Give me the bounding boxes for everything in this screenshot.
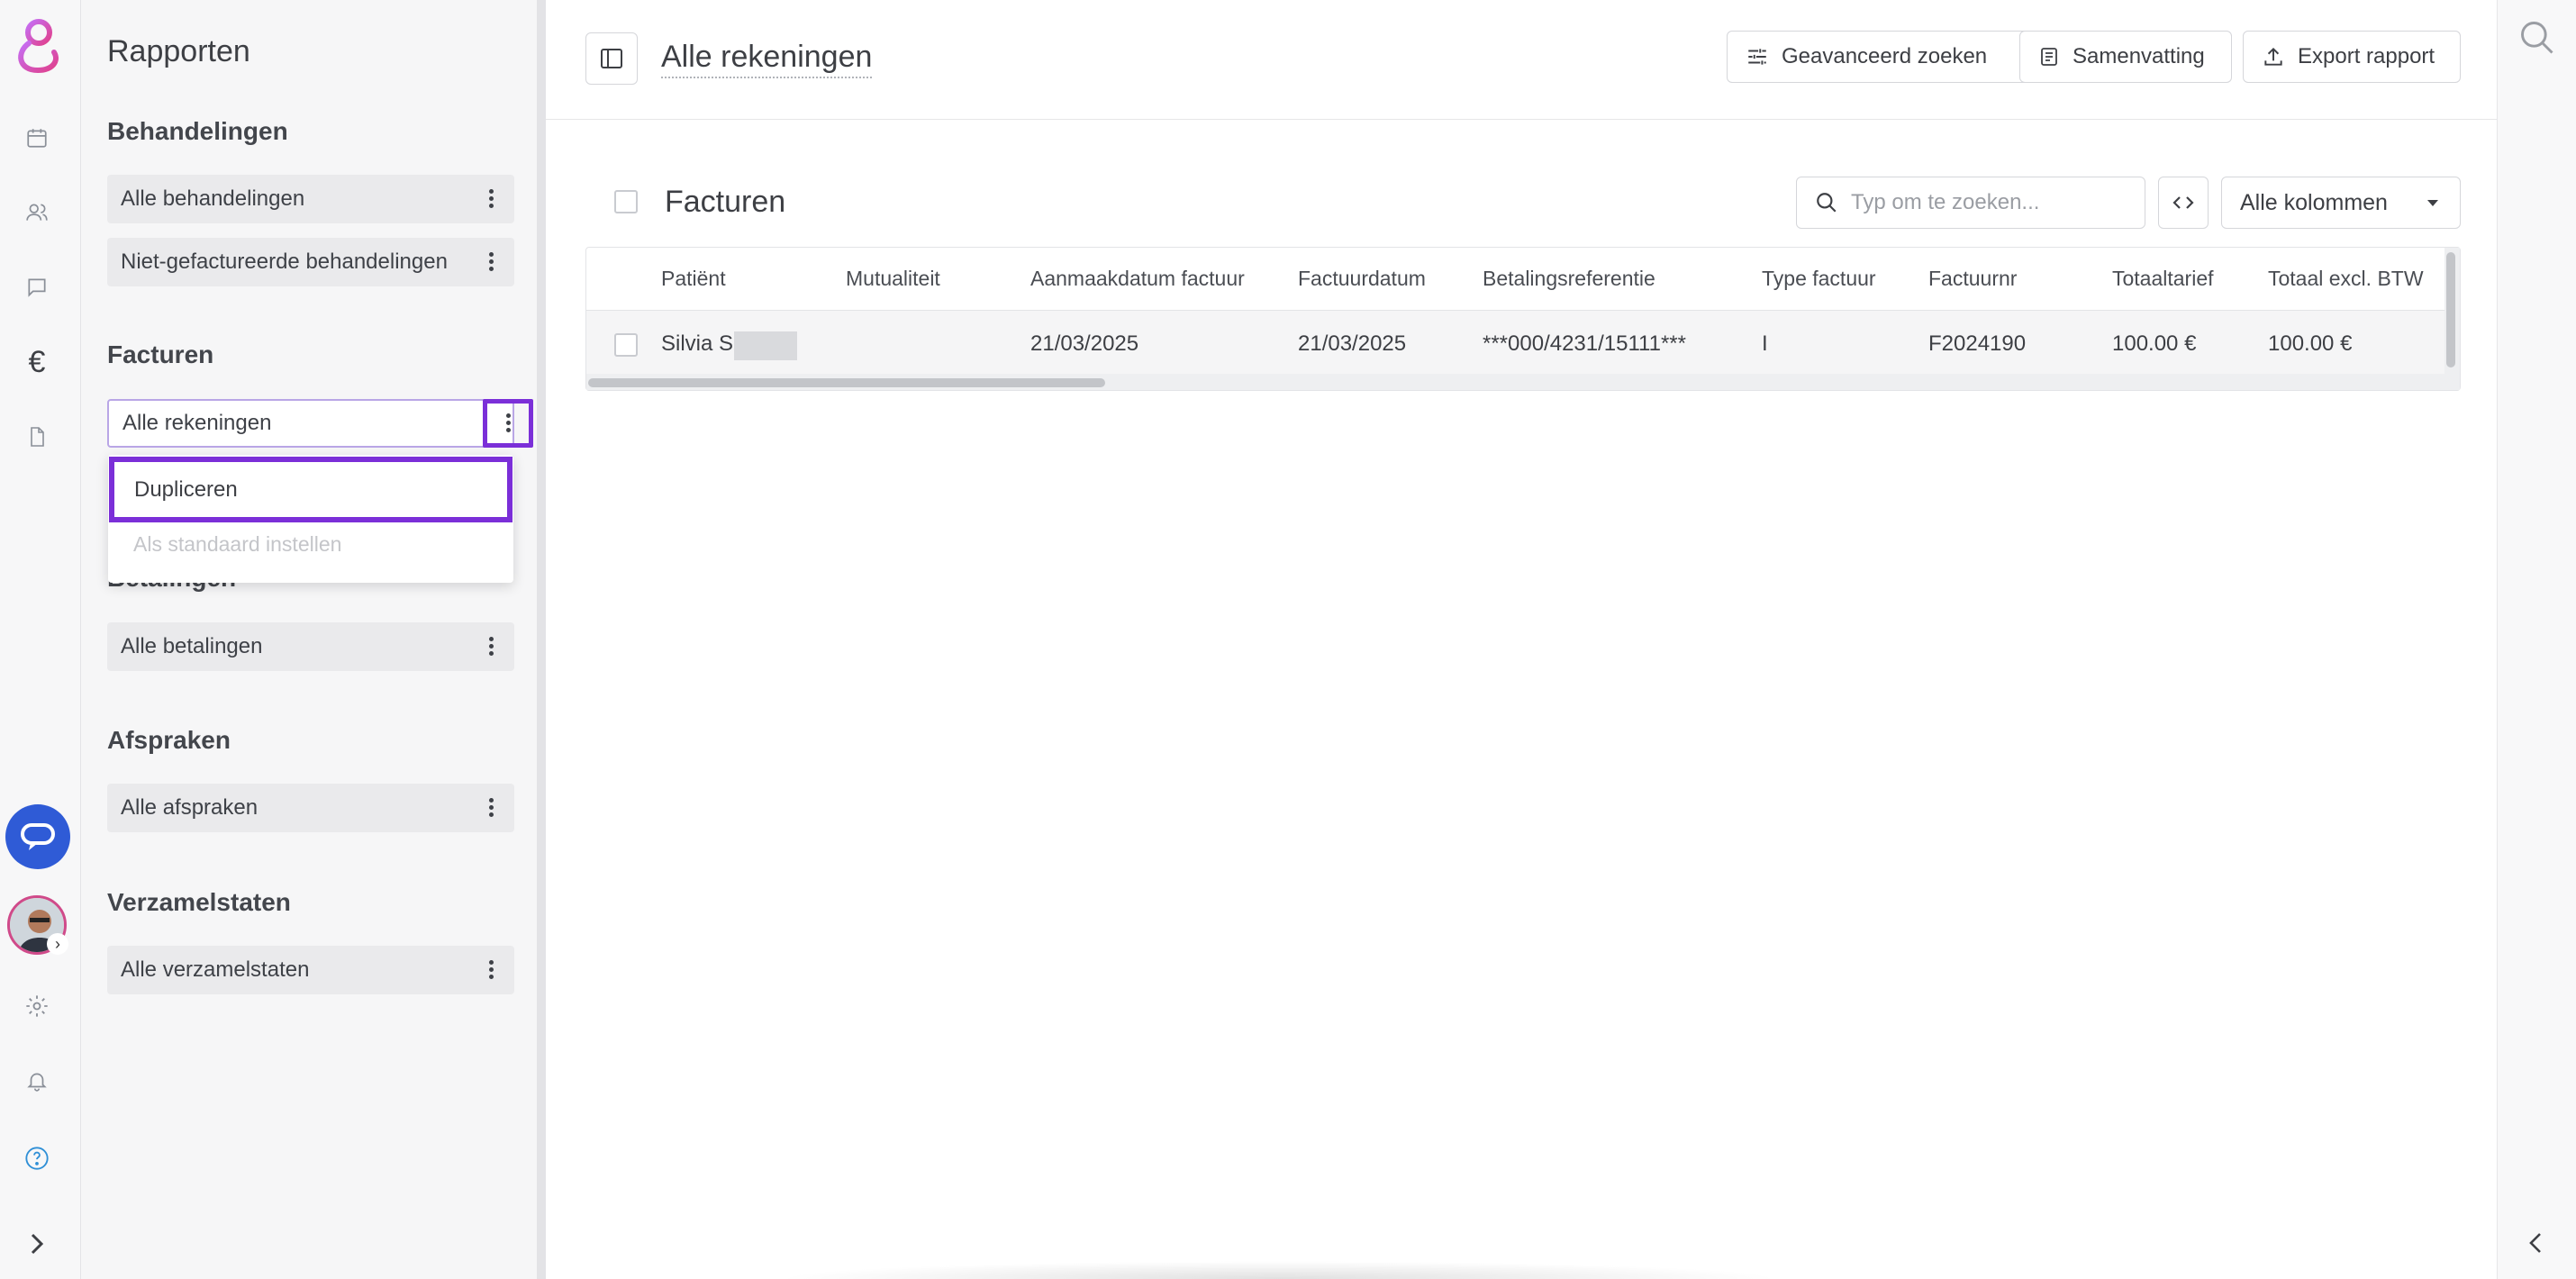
cell-betalingsreferentie: ***000/4231/15111*** [1483, 331, 1686, 356]
chat-icon[interactable] [19, 269, 55, 305]
columns-select[interactable]: Alle kolommen [2221, 177, 2461, 229]
bottom-shadow [775, 1261, 1783, 1279]
users-icon[interactable] [19, 195, 55, 231]
sidebar-item-label: Alle rekeningen [122, 411, 272, 435]
sidebar-title: Rapporten [107, 34, 250, 68]
select-all-checkbox[interactable] [614, 190, 638, 213]
reports-sidebar: Rapporten Behandelingen Alle behandeling… [81, 0, 542, 1279]
search-input[interactable]: Typ om te zoeken... [1796, 177, 2145, 229]
list-icon [2041, 48, 2057, 66]
cell-totaal-excl-btw: 100.00 € [2268, 331, 2353, 356]
collapse-left-icon[interactable] [2526, 1230, 2544, 1256]
sidebar-item-label: Alle betalingen [121, 634, 263, 658]
sliders-icon [1748, 49, 1766, 65]
column-header-betalingsreferentie[interactable]: Betalingsreferentie [1483, 267, 1655, 291]
more-vertical-icon[interactable] [483, 399, 533, 448]
item-context-menu: Dupliceren Als standaard instellen [108, 455, 513, 583]
cell-factuurnr: F2024190 [1928, 331, 2027, 356]
more-vertical-icon[interactable] [487, 795, 494, 821]
bell-icon[interactable] [19, 1063, 55, 1099]
sidebar-item-label: Alle afspraken [121, 795, 259, 820]
cell-patient: Silvia S [661, 331, 734, 356]
section-title-behandelingen: Behandelingen [107, 117, 288, 145]
sidebar-item-label: Alle verzamelstaten [121, 957, 310, 982]
help-icon[interactable] [19, 1140, 55, 1176]
menu-item-duplicate[interactable]: Dupliceren [109, 457, 512, 522]
settings-icon[interactable] [19, 988, 55, 1024]
export-report-button[interactable]: Export rapport [2243, 31, 2461, 83]
column-header-totaal-excl-btw[interactable]: Totaal excl. BTW [2268, 267, 2424, 291]
column-header-factuurdatum[interactable]: Factuurdatum [1298, 267, 1426, 291]
topbar: Alle rekeningen Geavanceerd zoeken Samen… [546, 0, 2497, 120]
column-header-totaaltarief[interactable]: Totaaltarief [2112, 267, 2214, 291]
sidebar-item-alle-betalingen[interactable]: Alle betalingen [107, 622, 514, 671]
header-divider [586, 310, 2445, 311]
more-vertical-icon[interactable] [487, 634, 494, 659]
section-title-verzamelstaten: Verzamelstaten [107, 888, 291, 916]
column-header-factuurnr[interactable]: Factuurnr [1928, 267, 2017, 291]
sidebar-item-alle-behandelingen[interactable]: Alle behandelingen [107, 175, 514, 223]
expand-icon[interactable] [19, 1226, 55, 1262]
menu-item-set-default[interactable]: Als standaard instellen [133, 532, 341, 557]
page-title: Alle rekeningen [661, 40, 873, 78]
search-icon [1817, 193, 1837, 213]
row-checkbox[interactable] [614, 333, 638, 357]
right-rail [2497, 0, 2576, 1279]
search-placeholder: Typ om te zoeken... [1851, 190, 2040, 214]
cell-type-factuur: I [1762, 331, 1768, 356]
cell-aanmaakdatum: 21/03/2025 [1030, 331, 1139, 356]
euro-icon[interactable]: € [19, 344, 55, 380]
sidebar-panel-icon [601, 49, 622, 68]
column-header-patient[interactable]: Patiënt [661, 267, 726, 291]
sidebar-item-label: Alle behandelingen [121, 186, 305, 211]
chevron-right-icon[interactable]: › [47, 933, 68, 955]
code-icon [2172, 196, 2194, 209]
search-icon[interactable] [2517, 18, 2557, 58]
sidebar-item-alle-rekeningen[interactable]: Alle rekeningen [107, 399, 533, 448]
horizontal-scrollbar-thumb[interactable] [588, 378, 1105, 387]
toggle-sidebar-button[interactable] [585, 32, 638, 85]
upload-icon [2264, 47, 2282, 66]
more-vertical-icon[interactable] [487, 186, 494, 212]
calendar-icon[interactable] [19, 120, 55, 156]
document-icon[interactable] [19, 419, 55, 455]
sidebar-item-label: Niet-gefactureerde behandelingen [121, 249, 448, 274]
more-vertical-icon[interactable] [487, 249, 494, 275]
more-vertical-icon[interactable] [487, 957, 494, 983]
column-header-mutualiteit[interactable]: Mutualiteit [846, 267, 940, 291]
column-header-type-factuur[interactable]: Type factuur [1762, 267, 1876, 291]
caret-down-icon [2427, 200, 2438, 206]
redacted-surname [734, 331, 797, 360]
section-title-afspraken: Afspraken [107, 726, 231, 754]
table-title: Facturen [665, 185, 786, 219]
sidebar-resize-handle[interactable] [537, 0, 546, 1279]
advanced-search-button[interactable]: Geavanceerd zoeken [1727, 31, 2029, 83]
cell-totaaltarief: 100.00 € [2112, 331, 2197, 356]
vertical-scrollbar-thumb[interactable] [2446, 252, 2455, 367]
sidebar-item-alle-verzamelstaten[interactable]: Alle verzamelstaten [107, 946, 514, 994]
logo-icon[interactable] [11, 16, 65, 74]
summary-button[interactable]: Samenvatting [2019, 31, 2232, 83]
code-view-button[interactable] [2158, 177, 2209, 229]
cell-factuurdatum: 21/03/2025 [1298, 331, 1407, 356]
section-title-facturen: Facturen [107, 340, 214, 368]
sidebar-item-niet-gefactureerde[interactable]: Niet-gefactureerde behandelingen [107, 238, 514, 286]
support-chat-icon[interactable] [5, 804, 70, 869]
sidebar-item-alle-afspraken[interactable]: Alle afspraken [107, 784, 514, 832]
column-header-aanmaakdatum[interactable]: Aanmaakdatum factuur [1030, 267, 1245, 291]
left-rail: € › [0, 0, 81, 1279]
